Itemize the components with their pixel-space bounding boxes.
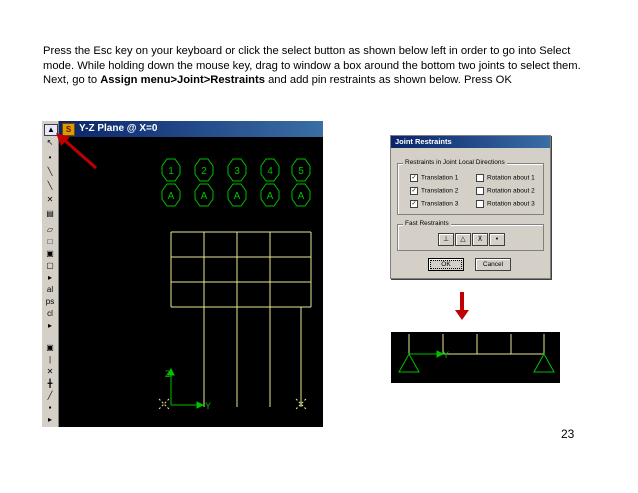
cancel-button[interactable]: Cancel	[475, 258, 511, 271]
empty-box-icon	[476, 174, 484, 182]
roller-restraint-button[interactable]: ⊼	[472, 233, 488, 246]
translation-2-checkbox[interactable]: ✓ Translation 2	[410, 187, 458, 195]
snap-line-icon[interactable]: ╱	[44, 391, 56, 401]
translation-2-label: Translation 2	[421, 187, 459, 195]
instruction-text-2: and add pin restraints as shown below. P…	[264, 74, 512, 86]
bubble-label-a4: A	[267, 191, 274, 202]
check-icon: ✓	[410, 187, 418, 195]
translation-1-checkbox[interactable]: ✓ Translation 1	[410, 174, 458, 182]
result-axis	[409, 350, 445, 358]
bubble-label-a5: A	[298, 191, 305, 202]
rotation-2-checkbox[interactable]: Rotation about 2	[476, 187, 535, 195]
frame-grid	[170, 231, 312, 407]
grid-markers	[158, 398, 307, 410]
expand-arrow-icon[interactable]: ▸	[44, 273, 56, 283]
snap-intersect-icon[interactable]: ✕	[44, 367, 56, 377]
rotation-3-checkbox[interactable]: Rotation about 3	[476, 200, 535, 208]
rotation-1-checkbox[interactable]: Rotation about 1	[476, 174, 535, 182]
all-select-icon[interactable]: al	[44, 285, 56, 295]
solid-icon[interactable]: ▢	[44, 261, 56, 271]
bubble-label-a3: A	[234, 191, 241, 202]
snap-end-icon[interactable]: |	[44, 355, 56, 365]
rotation-2-label: Rotation about 2	[487, 187, 535, 195]
section-icon[interactable]: ▤	[44, 209, 56, 219]
instruction-paragraph: Press the Esc key on your keyboard or cl…	[43, 44, 603, 88]
dialog-title: Joint Restraints	[391, 136, 550, 148]
result-axis-y-label: Y	[443, 350, 449, 360]
pin-support-left-icon	[398, 352, 420, 373]
axis-z-label: Z	[165, 369, 171, 379]
check-icon: ✓	[410, 200, 418, 208]
poly-area-icon[interactable]: ▱	[44, 225, 56, 235]
pin-supports	[398, 352, 555, 373]
model-canvas[interactable]: 1 2 3 4 5 A A A A A Z Y	[59, 137, 323, 427]
axis-y-label: Y	[205, 401, 211, 411]
directions-group-label: Restraints in Joint Local Directions	[403, 159, 507, 166]
bubble-label-3: 3	[234, 166, 240, 177]
bubble-label-a2: A	[201, 191, 208, 202]
fast-restraints-group: Fast Restraints ⊥ △ ⊼ •	[397, 220, 544, 251]
translation-3-checkbox[interactable]: ✓ Translation 3	[410, 200, 458, 208]
translation-3-label: Translation 3	[421, 200, 459, 208]
snap-fine-icon[interactable]: ▪	[44, 403, 56, 413]
expand-arrow-icon-2[interactable]: ▸	[44, 321, 56, 331]
directions-group: Restraints in Joint Local Directions ✓ Tr…	[397, 159, 544, 215]
brace-icon[interactable]: ✕	[44, 195, 56, 205]
previous-select-icon[interactable]: ps	[44, 297, 56, 307]
page-number: 23	[561, 427, 575, 441]
snap-point-icon[interactable]: ▣	[44, 343, 56, 353]
quick-area-icon[interactable]: ▣	[44, 249, 56, 259]
free-restraint-button[interactable]: •	[489, 233, 505, 246]
ok-button[interactable]: OK	[428, 258, 464, 271]
empty-box-icon	[476, 187, 484, 195]
joint-restraints-dialog: Joint Restraints Restraints in Joint Loc…	[390, 135, 551, 279]
snap-perp-icon[interactable]: ╋	[44, 379, 56, 389]
bubble-label-a1: A	[168, 191, 175, 202]
result-view: Y	[391, 332, 560, 383]
frame-quick-icon[interactable]: ╲	[44, 181, 56, 191]
pin-support-right-icon	[533, 352, 555, 373]
result-frame	[408, 334, 545, 355]
bubble-label-2: 2	[201, 166, 207, 177]
result-canvas: Y	[398, 334, 555, 373]
bubble-label-5: 5	[298, 166, 304, 177]
fixed-restraint-button[interactable]: ⊥	[438, 233, 454, 246]
fast-restraints-label: Fast Restraints	[403, 220, 451, 227]
assign-menu-path: Assign menu>Joint>Restraints	[100, 74, 265, 86]
down-arrow	[455, 292, 469, 320]
axis-triad	[167, 367, 205, 409]
rotation-1-label: Rotation about 1	[487, 174, 535, 182]
expand-arrow-icon-3[interactable]: ▸	[44, 415, 56, 425]
red-pointer-arrow	[56, 133, 97, 170]
bubble-label-4: 4	[267, 166, 273, 177]
rotation-3-label: Rotation about 3	[487, 200, 535, 208]
clear-select-icon[interactable]: cl	[44, 309, 56, 319]
rect-area-icon[interactable]: □	[44, 237, 56, 247]
check-icon: ✓	[410, 174, 418, 182]
empty-box-icon	[476, 200, 484, 208]
bubble-label-1: 1	[168, 166, 174, 177]
translation-1-label: Translation 1	[421, 174, 459, 182]
pin-restraint-button[interactable]: △	[455, 233, 471, 246]
